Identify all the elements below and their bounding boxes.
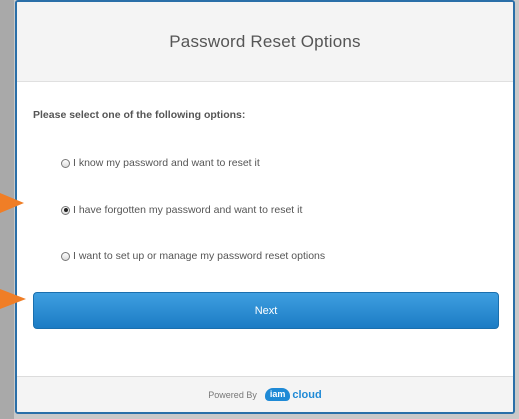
dialog-footer: Powered By iam cloud bbox=[17, 376, 513, 412]
option-label: I want to set up or manage my password r… bbox=[73, 250, 326, 262]
logo-cloud-badge: iam bbox=[264, 388, 291, 401]
logo-text: cloud bbox=[292, 388, 322, 401]
dialog-header: Password Reset Options bbox=[17, 2, 513, 82]
radio-know-password[interactable] bbox=[61, 158, 70, 168]
option-manage-reset-options[interactable]: I want to set up or manage my password r… bbox=[61, 250, 325, 262]
radio-forgotten-password[interactable] bbox=[61, 205, 70, 215]
password-reset-dialog: Password Reset Options Please select one… bbox=[15, 0, 515, 414]
dialog-title: Password Reset Options bbox=[169, 31, 361, 51]
option-label: I have forgotten my password and want to… bbox=[73, 204, 303, 216]
powered-by-label: Powered By bbox=[208, 389, 257, 400]
option-forgotten-password[interactable]: I have forgotten my password and want to… bbox=[61, 204, 302, 216]
radio-manage-reset-options[interactable] bbox=[61, 251, 70, 261]
options-prompt: Please select one of the following optio… bbox=[33, 109, 246, 121]
option-know-password[interactable]: I know my password and want to reset it bbox=[61, 157, 260, 169]
option-label: I know my password and want to reset it bbox=[73, 157, 260, 169]
next-button[interactable]: Next bbox=[33, 292, 499, 329]
iamcloud-logo: iam cloud bbox=[264, 388, 322, 401]
